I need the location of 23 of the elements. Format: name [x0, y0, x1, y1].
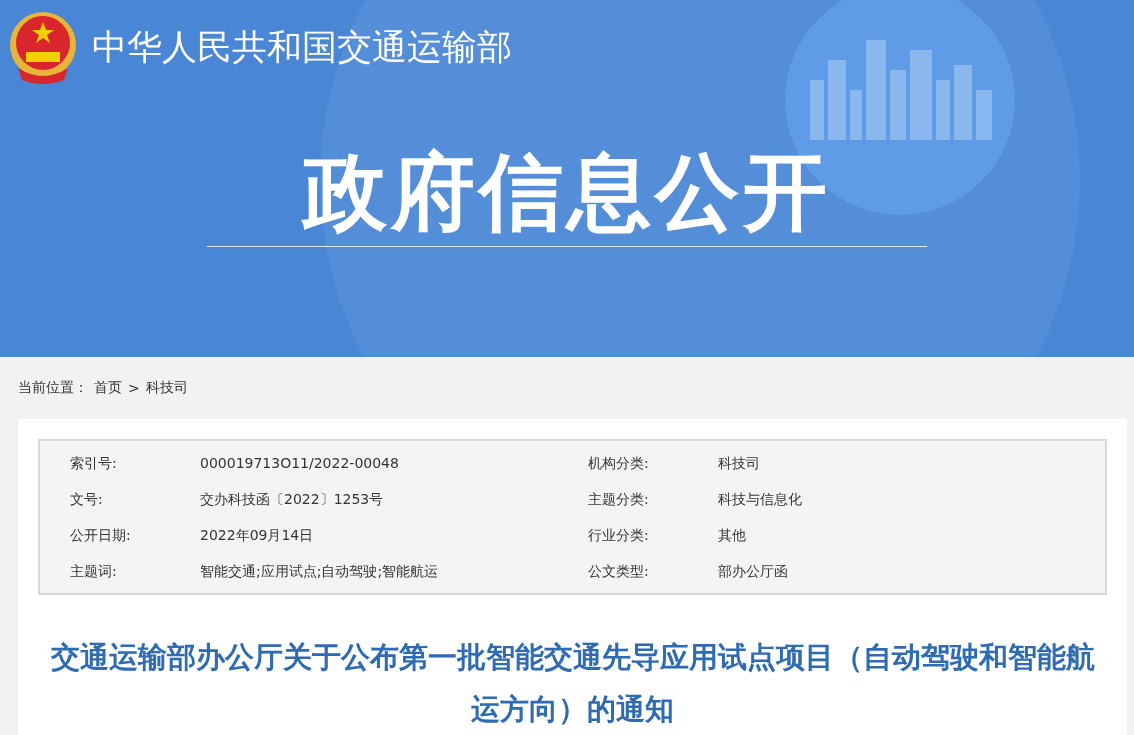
field-value: 000019713O11/2022-00048 — [200, 454, 400, 473]
field-label: 公开日期: — [70, 526, 132, 545]
article-title: 交通运输部办公厅关于公布第一批智能交通先导应用试点项目（自动驾驶和智能航运方向）的通知 — [49, 639, 1096, 728]
site-name: 中华人民共和国交通运输部 — [92, 25, 512, 69]
field-value: 部办公厅函 — [718, 562, 789, 581]
breadcrumb-separator: > — [128, 380, 140, 396]
field-label: 机构分类: — [588, 454, 650, 473]
breadcrumb-label: 当前位置： — [18, 379, 88, 397]
field-value: 交办科技函〔2022〕1253号 — [200, 490, 385, 509]
field-value: 2022年09月14日 — [200, 526, 315, 545]
field-label: 公文类型: — [588, 562, 650, 581]
field-label: 索引号: — [70, 454, 118, 473]
field-value: 科技司 — [718, 454, 761, 473]
field-value: 智能交通;应用试点;自动驾驶;智能航运 — [200, 562, 440, 581]
field-label: 文号: — [70, 490, 104, 509]
field-label: 主题分类: — [588, 490, 650, 509]
breadcrumb-link[interactable]: 首页 — [94, 379, 122, 397]
field-label: 主题词: — [70, 562, 118, 581]
breadcrumb-link[interactable]: 科技司 — [145, 379, 188, 397]
field-value: 科技与信息化 — [718, 490, 803, 509]
field-value: 其他 — [718, 526, 747, 545]
banner-title: 政府信息公开 — [303, 142, 831, 242]
field-label: 行业分类: — [588, 526, 650, 545]
